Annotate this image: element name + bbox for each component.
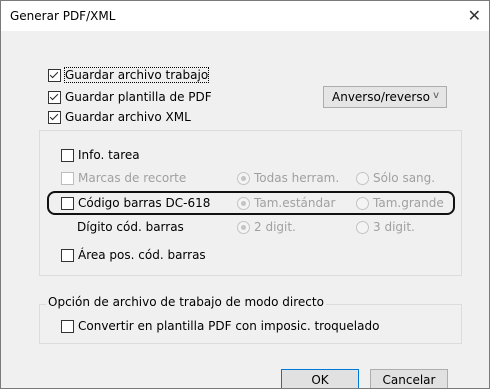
- barcode-digits-label-row: Dígito cód. barras: [77, 220, 184, 234]
- generate-pdf-xml-dialog: Generar PDF/XML ✕ Guardar archivo trabaj…: [0, 0, 490, 389]
- save-work-file-label: Guardar archivo trabajo: [63, 67, 210, 83]
- chevron-down-icon: v: [433, 90, 439, 101]
- dialog-title: Generar PDF/XML: [10, 9, 116, 23]
- side-select[interactable]: Anverso/reverso v: [323, 86, 447, 108]
- radio-all-tools: Todas herram.: [237, 171, 339, 185]
- save-pdf-template-option[interactable]: Guardar plantilla de PDF: [48, 90, 212, 104]
- barcode-label: Código barras DC-618: [78, 196, 211, 210]
- radio-bleed-only-label: Sólo sang.: [373, 171, 436, 185]
- radio-2-digits-icon: [237, 220, 250, 234]
- radio-3-digits-label: 3 digit.: [373, 220, 415, 234]
- radio-2-digits-label: 2 digit.: [254, 220, 296, 234]
- job-info-option[interactable]: Info. tarea: [61, 148, 140, 162]
- save-pdf-template-checkbox[interactable]: [48, 90, 61, 104]
- save-xml-option[interactable]: Guardar archivo XML: [48, 110, 191, 124]
- radio-bleed-only-icon: [356, 171, 369, 185]
- close-icon[interactable]: ✕: [468, 6, 481, 25]
- radio-large-size: Tam.grande: [356, 196, 444, 210]
- radio-bleed-only: Sólo sang.: [356, 171, 435, 185]
- barcode-area-checkbox[interactable]: [61, 248, 74, 262]
- ok-button[interactable]: OK: [281, 369, 359, 388]
- convert-template-option[interactable]: Convertir en plantilla PDF con imposic. …: [61, 319, 379, 333]
- barcode-option[interactable]: Código barras DC-618: [61, 196, 210, 210]
- barcode-checkbox[interactable]: [61, 196, 74, 210]
- crop-marks-label: Marcas de recorte: [78, 171, 187, 185]
- crop-marks-option: Marcas de recorte: [61, 171, 186, 185]
- radio-all-tools-icon: [237, 171, 250, 185]
- save-work-file-option[interactable]: Guardar archivo trabajo: [48, 67, 210, 83]
- save-work-file-checkbox[interactable]: [48, 68, 61, 82]
- job-info-checkbox[interactable]: [61, 148, 74, 162]
- convert-template-label: Convertir en plantilla PDF con imposic. …: [78, 319, 380, 333]
- direct-mode-legend: Opción de archivo de trabajo de modo dir…: [46, 295, 326, 309]
- radio-standard-size: Tam.estándar: [237, 196, 335, 210]
- save-xml-checkbox[interactable]: [48, 110, 61, 124]
- radio-large-size-label: Tam.grande: [373, 196, 444, 210]
- save-pdf-template-label: Guardar plantilla de PDF: [65, 90, 212, 104]
- cancel-button[interactable]: Cancelar: [370, 369, 448, 388]
- side-select-value: Anverso/reverso: [332, 90, 430, 104]
- radio-standard-size-icon: [237, 196, 250, 210]
- radio-2-digits: 2 digit.: [237, 220, 296, 234]
- radio-all-tools-label: Todas herram.: [254, 171, 340, 185]
- barcode-area-option[interactable]: Área pos. cód. barras: [61, 248, 206, 262]
- crop-marks-checkbox: [61, 171, 74, 185]
- title-bar: Generar PDF/XML ✕: [1, 1, 489, 31]
- radio-3-digits-icon: [356, 220, 369, 234]
- radio-large-size-icon: [356, 196, 369, 210]
- barcode-digits-label: Dígito cód. barras: [77, 220, 184, 234]
- convert-template-checkbox[interactable]: [61, 319, 74, 333]
- barcode-area-label: Área pos. cód. barras: [78, 248, 206, 262]
- save-xml-label: Guardar archivo XML: [65, 110, 191, 124]
- job-info-label: Info. tarea: [78, 148, 140, 162]
- radio-standard-size-label: Tam.estándar: [254, 196, 336, 210]
- radio-3-digits: 3 digit.: [356, 220, 415, 234]
